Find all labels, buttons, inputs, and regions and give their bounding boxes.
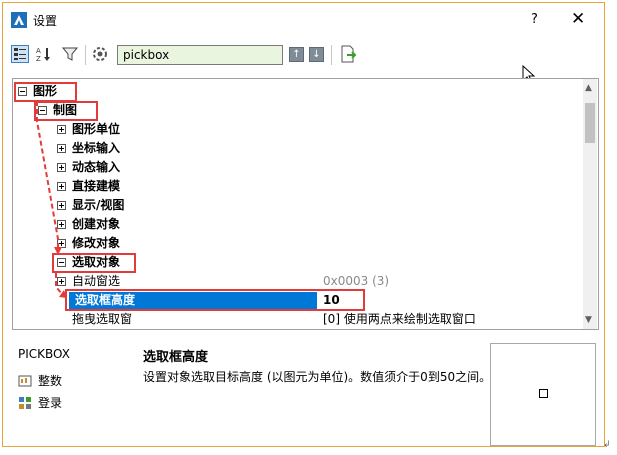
- close-button[interactable]: ✕: [571, 9, 585, 29]
- registry-label: 登录: [38, 396, 63, 410]
- scroll-down-icon[interactable]: ▼: [585, 315, 592, 325]
- search-input[interactable]: pickbox: [117, 45, 283, 65]
- tree-scrollbar[interactable]: ▲ ▼: [583, 79, 597, 329]
- gear-icon[interactable]: [91, 45, 109, 63]
- app-logo-icon: [11, 12, 27, 28]
- resize-grip-icon[interactable]: ↲: [603, 440, 611, 450]
- export-icon[interactable]: [339, 45, 357, 63]
- integer-type-icon: [18, 374, 32, 388]
- title-bar: 设置 ? ✕: [3, 3, 604, 37]
- sort-alphabetical-icon[interactable]: AZ: [35, 45, 53, 63]
- registry-icon: [18, 396, 32, 410]
- settings-tree: 图形 制图 图形单位 坐标输入 动态输入 直接建模 显示/视图 创建对象 修改对…: [12, 78, 599, 330]
- window-title: 设置: [33, 14, 58, 28]
- help-button[interactable]: ?: [531, 12, 538, 27]
- settings-window: 设置 ? ✕ AZ pickbox ↑ ↓ 图形 制图 图形单位 坐标输入 动态…: [2, 2, 605, 447]
- previous-result-button[interactable]: ↑: [289, 47, 304, 62]
- svg-text:A: A: [36, 47, 41, 55]
- toolbar-separator: [331, 45, 332, 65]
- type-label: 整数: [38, 374, 63, 388]
- command-name: PICKBOX: [18, 347, 70, 361]
- registry-location: 登录: [18, 394, 62, 411]
- toolbar: AZ pickbox ↑ ↓: [3, 37, 604, 71]
- property-description: 设置对象选取目标高度 (以图元为单位)。数值须介于0到50之间。: [143, 370, 492, 384]
- scroll-up-icon[interactable]: ▲: [585, 83, 592, 93]
- filter-icon[interactable]: [61, 45, 79, 63]
- next-result-button[interactable]: ↓: [309, 47, 324, 62]
- svg-text:Z: Z: [36, 55, 41, 63]
- value-type: 整数: [18, 372, 62, 389]
- scroll-thumb[interactable]: [585, 103, 595, 143]
- property-title: 选取框高度: [143, 350, 209, 365]
- annotation-arrows: [36, 101, 67, 298]
- pickbox-square: [539, 389, 548, 398]
- toolbar-separator: [85, 45, 86, 65]
- categorized-view-icon[interactable]: [11, 45, 29, 63]
- pickbox-preview: [490, 343, 596, 446]
- info-panel: PICKBOX 整数 登录 选取框高度 设置对象选取目标高度 (以图元为单位)。…: [12, 336, 597, 446]
